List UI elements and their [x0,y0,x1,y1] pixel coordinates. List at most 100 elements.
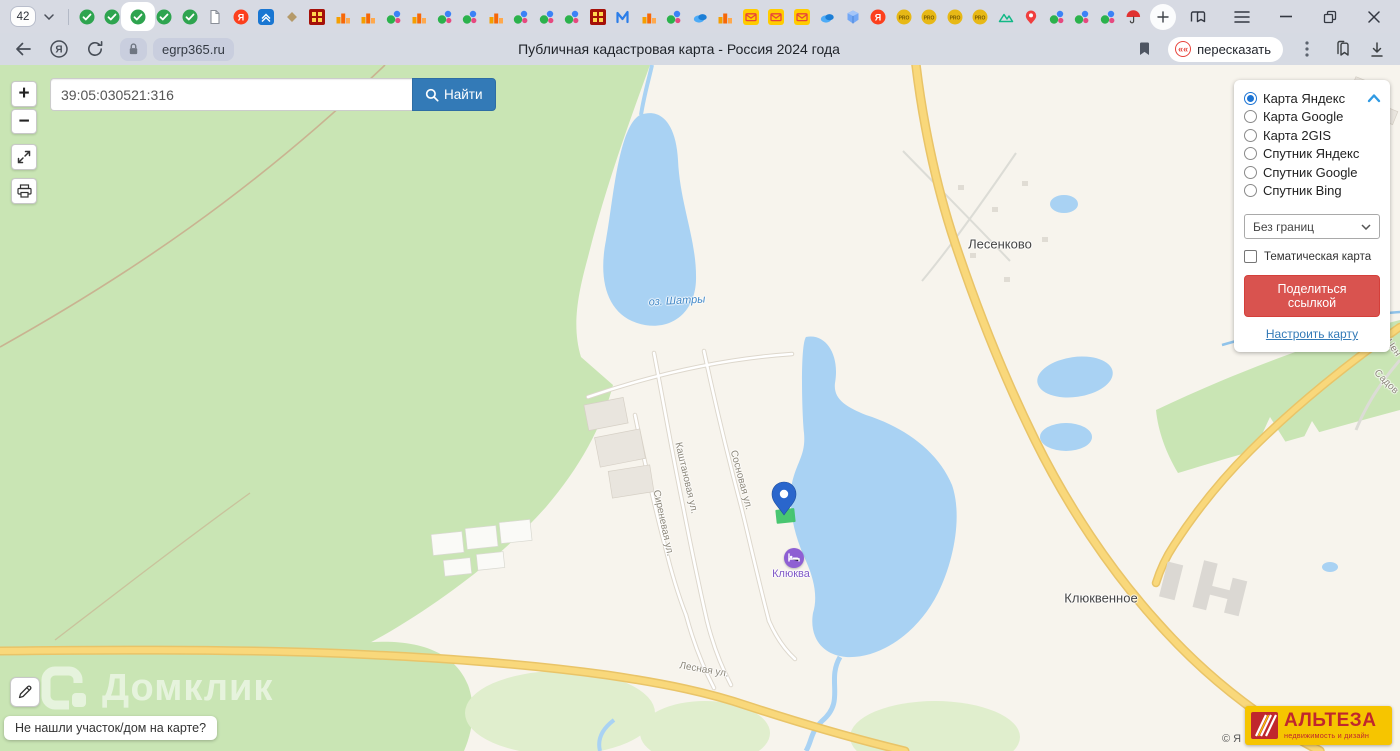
tab-32[interactable]: Я [870,3,887,30]
yandex-home-icon[interactable]: Я [48,38,70,60]
layer-option-label: Спутник Яндекс [1263,146,1360,162]
download-icon[interactable] [1366,38,1388,60]
tab-23[interactable] [640,3,657,30]
map-hint-tooltip: Не нашли участок/дом на карте? [4,716,218,740]
tab-15[interactable] [436,3,453,30]
tab-20[interactable] [564,3,581,30]
map-marker[interactable] [771,481,797,524]
tab-38[interactable] [1023,3,1040,30]
dots-icon [462,9,478,25]
layer-option-5[interactable]: Спутник Google [1244,163,1380,182]
back-icon[interactable] [12,38,34,60]
layer-option-label: Спутник Google [1263,164,1358,180]
more-options-icon[interactable] [1296,38,1318,60]
tab-9[interactable] [283,3,300,30]
check-icon [104,9,120,25]
thematic-map-checkbox[interactable]: Тематическая карта [1244,250,1380,263]
tab-25[interactable] [691,3,708,30]
bars-icon [360,9,376,25]
search-input[interactable] [50,78,412,111]
tab-2[interactable] [104,3,121,30]
side-panel-icon[interactable] [1188,7,1208,27]
tab-3[interactable] [121,2,155,31]
tab-40[interactable] [1074,3,1091,30]
tab-6[interactable] [207,3,224,30]
tab-41[interactable] [1099,3,1116,30]
tab-16[interactable] [462,3,479,30]
measure-pencil-button[interactable] [10,677,40,707]
tab-count[interactable]: 42 [10,6,36,27]
minimize-button[interactable] [1276,7,1296,27]
tab-35[interactable]: PRO [946,3,963,30]
borders-select[interactable]: Без границ [1244,214,1380,239]
tab-30[interactable] [819,3,836,30]
cube-icon [845,9,861,25]
layer-option-3[interactable]: Карта 2GIS [1244,126,1380,145]
tab-5[interactable] [181,3,198,30]
tab-7[interactable]: Я [232,3,249,30]
tab-28[interactable] [768,3,785,30]
close-button[interactable] [1364,7,1384,27]
hotel-poi-icon[interactable] [784,548,804,568]
tab-strip: Я Я PRO PRO PRO PRO [78,2,1142,31]
tab-13[interactable] [385,3,402,30]
restore-button[interactable] [1320,7,1340,27]
tab-36[interactable]: PRO [972,3,989,30]
tab-24[interactable] [666,3,683,30]
layer-option-label: Карта Яндекс [1263,90,1346,106]
layer-option-4[interactable]: Спутник Яндекс [1244,145,1380,164]
tab-1[interactable] [78,3,95,30]
svg-text:PRO: PRO [924,15,935,21]
configure-map-link[interactable]: Настроить карту [1244,327,1380,341]
tab-34[interactable]: PRO [921,3,938,30]
tab-10[interactable] [309,3,326,30]
dots-icon [513,9,529,25]
reload-icon[interactable] [84,38,106,60]
tab-12[interactable] [360,3,377,30]
share-link-button[interactable]: Поделиться ссылкой [1244,275,1380,317]
tab-42[interactable] [1125,3,1142,30]
bookmark-icon[interactable] [1133,38,1155,60]
tab-11[interactable] [334,3,351,30]
tab-37[interactable] [997,3,1014,30]
layer-option-2[interactable]: Карта Google [1244,108,1380,127]
tab-18[interactable] [513,3,530,30]
chevron-down-icon[interactable] [39,7,59,27]
tab-21[interactable] [589,3,606,30]
map-canvas[interactable]: оз. Шатры Лесенково Клюквенное Клюква Каштан… [0,65,1400,751]
fullscreen-button[interactable] [11,144,37,170]
mountains-icon [998,9,1014,25]
alteza-logo[interactable]: АЛЬТЕЗА недвижимость и дизайн [1245,706,1392,745]
print-button[interactable] [11,178,37,204]
search-button[interactable]: Найти [412,78,496,111]
mail-icon [768,8,784,25]
url-domain[interactable]: egrp365.ru [153,37,234,61]
tab-17[interactable] [487,3,504,30]
svg-text:PRO: PRO [975,15,986,21]
tab-33[interactable]: PRO [895,3,912,30]
tab-4[interactable] [156,3,173,30]
tab-14[interactable] [411,3,428,30]
menu-icon[interactable] [1232,7,1252,27]
layer-option-1[interactable]: Карта Яндекс [1244,89,1380,108]
tab-19[interactable] [538,3,555,30]
tab-27[interactable] [742,3,759,30]
tab-counter[interactable]: 42 [10,6,59,27]
tab-39[interactable] [1048,3,1065,30]
zoom-out-button[interactable]: − [11,109,37,134]
retell-button[interactable]: «« пересказать [1168,36,1283,62]
tab-22[interactable] [615,3,632,30]
tab-31[interactable] [844,3,861,30]
layer-option-6[interactable]: Спутник Bing [1244,182,1380,201]
tab-26[interactable] [717,3,734,30]
pro-icon: PRO [947,9,963,25]
layer-option-label: Спутник Bing [1263,183,1342,199]
new-tab-button[interactable] [1149,3,1176,30]
dots-icon [1074,9,1090,25]
tab-29[interactable] [793,3,810,30]
tab-8[interactable] [258,3,275,30]
collapse-panel-icon[interactable] [1367,91,1381,103]
zoom-in-button[interactable]: + [11,81,37,107]
collections-icon[interactable] [1331,38,1353,60]
site-security-lock-icon[interactable] [120,37,147,61]
